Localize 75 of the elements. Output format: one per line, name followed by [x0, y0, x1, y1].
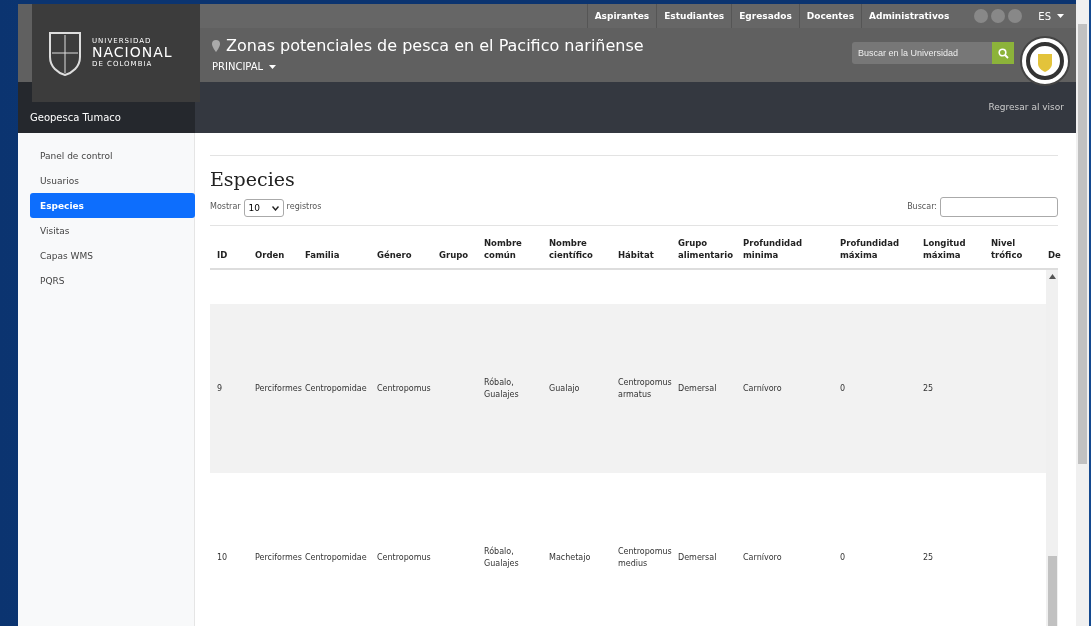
show-label: Mostrar	[210, 202, 241, 211]
scrollbar-thumb[interactable]	[1047, 556, 1057, 626]
caret-icon	[1057, 14, 1064, 18]
table-cell-text: Centropomus	[377, 551, 432, 564]
column-header[interactable]: Grupo	[439, 249, 484, 268]
table-cell-text: Gualajo	[549, 382, 581, 395]
entries-dropdown[interactable]: 10	[243, 199, 284, 217]
table-cell-text: Perciformes	[255, 382, 303, 395]
location-pin-icon	[212, 39, 220, 52]
coat-of-arms-icon	[46, 29, 84, 77]
table-cell-text: Centropomus medius	[618, 545, 673, 570]
column-header[interactable]: Profundidad minima	[743, 236, 840, 268]
table-cell-text: 0	[840, 382, 847, 395]
filter-field[interactable]	[940, 196, 1058, 217]
table-cell-text: Centropomidae	[305, 382, 368, 395]
top-nav-link[interactable]: Docentes	[798, 4, 861, 28]
principal-menu[interactable]: PRINCIPAL	[212, 61, 644, 72]
column-header[interactable]: Profundidad máxima	[840, 236, 923, 268]
social-icon[interactable]	[991, 9, 1006, 23]
table-cell-text: 10	[217, 551, 229, 564]
table-cell-text: Róbalo, Gualajes	[484, 376, 520, 401]
table-cell-text: Carnívoro	[743, 551, 783, 564]
sidebar-item[interactable]: Especies	[30, 193, 195, 218]
search-field[interactable]: Buscar en la Universidad	[852, 42, 992, 64]
table-cell-text: Centropomidae	[305, 551, 368, 564]
column-header[interactable]: Longitud máxima	[923, 236, 991, 268]
site-title: Zonas potenciales de pesca en el Pacifico nariñense	[226, 36, 644, 55]
search-button[interactable]	[992, 42, 1014, 64]
table-cell-text: 25	[923, 382, 935, 395]
table-cell-text: Perciformes	[255, 551, 303, 564]
top-nav-link[interactable]: Administrativos	[861, 4, 957, 28]
sidebar-item[interactable]: Visitas	[30, 218, 195, 243]
column-header[interactable]: Orden	[255, 249, 305, 268]
scrollbar-thumb[interactable]	[1078, 24, 1087, 464]
sidebar-item[interactable]: PQRS	[30, 268, 195, 293]
seal-icon	[1020, 36, 1070, 86]
top-nav-link[interactable]: Estudiantes	[656, 4, 732, 28]
column-header[interactable]: ID	[217, 249, 255, 268]
back-link[interactable]: Regresar al visor	[988, 82, 1076, 133]
top-nav-link[interactable]: Egresados	[731, 4, 799, 28]
table-cell-text: 25	[923, 551, 935, 564]
table-cell-text: Centropomus	[377, 382, 432, 395]
filter-label: Buscar:	[907, 202, 937, 211]
logo-text: NACIONAL	[92, 45, 173, 61]
social-icon[interactable]	[1008, 9, 1023, 23]
table-cell-text: Demersal	[678, 382, 718, 395]
column-header[interactable]: Nombre común	[484, 236, 549, 268]
table-scrollbar[interactable]	[1046, 270, 1058, 626]
table-cell-text: Carnívoro	[743, 382, 783, 395]
table-cell-text: Machetajo	[549, 551, 592, 564]
sidebar-item[interactable]: Panel de control	[30, 143, 195, 168]
column-header[interactable]: Familia	[305, 249, 377, 268]
column-header[interactable]: Nombre científico	[549, 236, 618, 268]
caret-icon	[269, 64, 277, 69]
scroll-up-icon[interactable]	[1048, 274, 1056, 279]
column-header[interactable]: Hábitat	[618, 249, 678, 268]
records-label: registros	[286, 202, 322, 211]
column-header[interactable]: Grupo alimentario	[678, 236, 743, 268]
column-header[interactable]: Género	[377, 249, 439, 268]
column-header[interactable]: De	[1048, 249, 1068, 268]
chevron-down-icon	[271, 205, 279, 211]
table-cell-text: Róbalo, Gualajes	[484, 545, 520, 570]
sidebar-item[interactable]: Capas WMS	[30, 243, 195, 268]
table-cell-text: 9	[217, 382, 224, 395]
search-icon	[997, 47, 1009, 59]
language-dropdown[interactable]: ES	[1032, 9, 1070, 23]
table-cell-text: Centropomus armatus	[618, 376, 673, 401]
top-nav-link[interactable]: Aspirantes	[586, 4, 657, 28]
page-heading: Especies	[210, 168, 296, 190]
column-header[interactable]: Nivel trófico	[991, 236, 1048, 268]
table-cell-text: 0	[840, 551, 847, 564]
social-icon[interactable]	[974, 9, 989, 23]
sidebar-item[interactable]: Usuarios	[30, 168, 195, 193]
table-cell-text: Demersal	[678, 551, 718, 564]
page-scrollbar[interactable]	[1076, 0, 1089, 626]
